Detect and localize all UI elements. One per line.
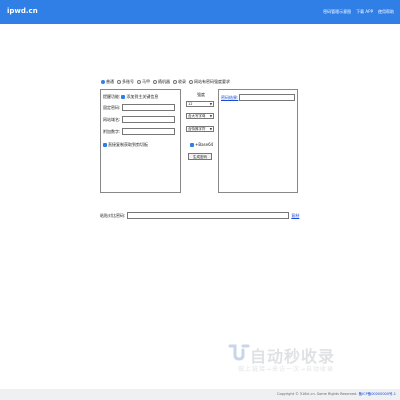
mode-label: 随机器: [158, 79, 170, 84]
mode-selector: 普通 多账号 马甲 随机器 收录 网站有密码强度要求: [101, 79, 230, 85]
mode-option-random[interactable]: 随机器: [153, 79, 170, 85]
mode-label: 网站有密码强度要求: [194, 79, 230, 84]
result-panel: 密码结果:: [218, 89, 298, 193]
mode-option-normal[interactable]: 普通: [101, 79, 114, 85]
mode-label: 马甲: [142, 79, 150, 84]
radio-icon[interactable]: [173, 80, 177, 84]
base64-row: +Base64: [190, 142, 213, 147]
copy-checkbox-label: 直接复制获取到剪切板: [108, 142, 148, 147]
radio-icon[interactable]: [137, 80, 141, 84]
chevron-down-icon: ▼: [209, 127, 212, 131]
length-select-value: 12: [188, 102, 193, 106]
mode-label: 普通: [106, 79, 114, 84]
brand-logo-icon: [228, 344, 250, 361]
generate-password-button[interactable]: 生成密码: [188, 153, 212, 160]
strength-label: 强度: [197, 92, 205, 97]
reminder-checkbox-label: 添加到主关键信息: [126, 94, 159, 99]
brand-watermark: 自动秒收录 做上链接→来访一次→自动收录: [228, 343, 378, 375]
mode-option-collect[interactable]: 收录: [173, 79, 186, 85]
uppercase-select-value: 含大写字母: [188, 114, 206, 118]
site-domain-input[interactable]: [122, 116, 175, 123]
uppercase-select[interactable]: 含大写字母 ▼: [186, 113, 214, 119]
base64-label: +Base64: [195, 142, 214, 147]
reminder-label: 提醒功能:: [103, 94, 121, 99]
mode-option-strength-required[interactable]: 网站有密码强度要求: [189, 79, 230, 85]
input-panel: 提醒功能: 添加到主关键信息 固定密码: 网站域名: 附加数字: 直接复制获取到…: [100, 89, 181, 193]
verify-row: 粘贴对比密码: 复制: [100, 212, 299, 219]
result-row: 密码结果:: [221, 94, 296, 101]
icp-link[interactable]: 备ICP备00000000号-1: [359, 392, 396, 396]
special-chars-select-value: 含特殊字符: [188, 127, 206, 131]
radio-icon[interactable]: [117, 80, 121, 84]
radio-icon[interactable]: [189, 80, 193, 84]
chevron-down-icon: ▼: [209, 114, 212, 118]
brand-tagline: 做上链接→来访一次→自动收录: [238, 366, 335, 373]
radio-selected-icon[interactable]: [101, 80, 105, 84]
mode-label: 收录: [178, 79, 186, 84]
mode-label: 多账号: [122, 79, 134, 84]
footer: Copyright © 516cl.cn. Some Rights Reserv…: [0, 389, 400, 400]
extra-digits-input[interactable]: [122, 128, 175, 135]
result-link[interactable]: 密码结果:: [221, 95, 238, 101]
verify-input[interactable]: [127, 212, 290, 219]
result-output[interactable]: [239, 94, 296, 101]
site-logo[interactable]: ipwd.cn: [7, 7, 38, 15]
copy-to-clipboard-row: 直接复制获取到剪切板: [103, 142, 148, 148]
field-label: 网站域名:: [103, 116, 121, 122]
header-bar: ipwd.cn 密码管理示意图 下载 APP 使用帮助: [0, 0, 400, 24]
top-nav: 密码管理示意图 下载 APP 使用帮助: [323, 9, 394, 15]
nav-item-diagram[interactable]: 密码管理示意图: [323, 9, 351, 15]
chevron-down-icon: ▼: [209, 102, 212, 106]
site-domain-row: 网站域名:: [103, 116, 175, 123]
checkbox-checked-icon[interactable]: [190, 142, 194, 147]
nav-item-download-app[interactable]: 下载 APP: [356, 9, 373, 15]
footer-text: Copyright © 516cl.cn. Some Rights Reserv…: [277, 392, 396, 397]
fixed-password-row: 固定密码:: [103, 104, 175, 111]
field-label: 固定密码:: [103, 104, 121, 110]
field-label: 附加数字:: [103, 128, 121, 134]
reminder-row: 提醒功能: 添加到主关键信息: [103, 94, 158, 100]
verify-label: 粘贴对比密码:: [100, 212, 126, 218]
checkbox-checked-icon[interactable]: [121, 95, 126, 99]
mode-option-multi-account[interactable]: 多账号: [117, 79, 134, 85]
copy-link[interactable]: 复制: [291, 213, 299, 219]
radio-icon[interactable]: [153, 80, 157, 84]
length-select[interactable]: 12 ▼: [186, 101, 214, 107]
special-chars-select[interactable]: 含特殊字符 ▼: [186, 126, 214, 132]
mode-option-alias[interactable]: 马甲: [137, 79, 150, 85]
checkbox-checked-icon[interactable]: [103, 143, 107, 147]
extra-digits-row: 附加数字:: [103, 128, 175, 135]
nav-item-help[interactable]: 使用帮助: [378, 9, 394, 15]
copyright-text: Copyright © 516cl.cn. Some Rights Reserv…: [277, 392, 358, 396]
fixed-password-input[interactable]: [122, 104, 175, 111]
